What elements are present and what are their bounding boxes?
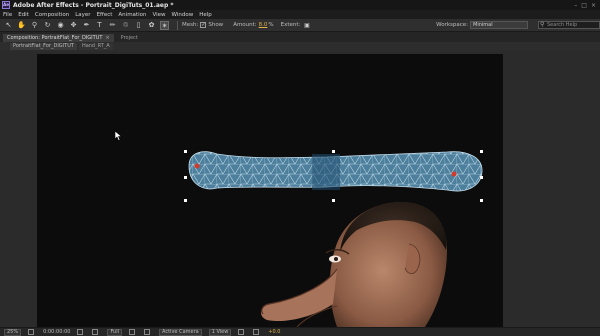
menu-help[interactable]: Help xyxy=(199,12,212,18)
selection-tool-icon[interactable]: ↖ xyxy=(4,21,13,30)
views-value: 1 View xyxy=(208,328,232,336)
window-controls: – □ × xyxy=(574,2,600,9)
checkerboard-icon xyxy=(144,329,151,335)
menu-composition[interactable]: Composition xyxy=(35,12,69,18)
portrait-head xyxy=(261,201,447,327)
zoom-value: 25% xyxy=(4,328,22,336)
extent-icon[interactable]: ▣ xyxy=(302,21,311,30)
toggle-pixel-aspect-button[interactable] xyxy=(238,329,246,335)
puppet-mesh[interactable] xyxy=(188,151,483,192)
mesh-label: Mesh: xyxy=(182,22,199,28)
fast-previews-button[interactable] xyxy=(253,329,261,335)
after-effects-logo: Ae xyxy=(2,1,10,9)
grid-toggle[interactable] xyxy=(28,329,36,335)
tools-panel: ↖ ✋ ⚲ ↻ ◉ ✥ ✒ T ✏ ♲ ▯ ✿ ✶ Mesh: ✓ Show A… xyxy=(0,19,600,32)
composition-canvas[interactable] xyxy=(37,54,503,327)
pixel-aspect-icon xyxy=(238,329,245,335)
mouse-cursor-icon xyxy=(115,131,122,141)
tab-project[interactable]: Project xyxy=(117,34,142,42)
color-channel-icon xyxy=(92,329,99,335)
amount-label: Amount: xyxy=(233,22,257,28)
pan-behind-tool-icon[interactable]: ✥ xyxy=(69,21,78,30)
composition-artwork xyxy=(184,150,483,327)
menu-layer[interactable]: Layer xyxy=(75,12,90,18)
exposure-value: +0.0 xyxy=(268,329,281,335)
menu-window[interactable]: Window xyxy=(172,12,194,18)
maximize-icon[interactable]: □ xyxy=(581,2,587,9)
menu-view[interactable]: View xyxy=(152,12,165,18)
panel-tab-bar: Composition: PortraitFlat_For_DIGITUT × P… xyxy=(0,32,600,42)
window-title: Adobe After Effects - Portrait_DigiTuts_… xyxy=(13,1,174,9)
amount-unit: % xyxy=(268,22,274,28)
camera-tool-icon[interactable]: ◉ xyxy=(56,21,65,30)
title-bar: Ae Adobe After Effects - Portrait_DigiTu… xyxy=(0,0,600,10)
menu-file[interactable]: File xyxy=(3,12,12,18)
zoom-control[interactable]: 25% xyxy=(4,328,22,336)
channel-button[interactable] xyxy=(92,329,100,335)
roto-brush-tool-icon[interactable]: ✿ xyxy=(147,21,156,30)
resolution-select[interactable]: Full xyxy=(107,328,123,336)
pen-tool-icon[interactable]: ✒ xyxy=(82,21,91,30)
menu-effect[interactable]: Effect xyxy=(97,12,113,18)
camera-select[interactable]: Active Camera xyxy=(159,328,202,336)
search-icon: ⚲ xyxy=(540,21,545,28)
amount-value[interactable]: 8.0 xyxy=(259,22,268,28)
minimize-icon[interactable]: – xyxy=(574,2,577,9)
exposure-control[interactable]: +0.0 xyxy=(268,329,280,335)
eraser-tool-icon[interactable]: ▯ xyxy=(134,21,143,30)
camera-value: Active Camera xyxy=(159,328,202,336)
tab-composition-label: Composition: PortraitFlat_For_DIGITUT xyxy=(7,35,103,41)
menu-animation[interactable]: Animation xyxy=(118,12,146,18)
menu-bar: File Edit Composition Layer Effect Anima… xyxy=(0,10,600,19)
transparency-grid-button[interactable] xyxy=(144,329,152,335)
fast-preview-icon xyxy=(253,329,260,335)
close-icon[interactable]: × xyxy=(105,35,109,41)
puppet-pin-tool-icon[interactable]: ✶ xyxy=(160,20,169,30)
type-tool-icon[interactable]: T xyxy=(95,21,104,30)
close-icon[interactable]: × xyxy=(591,2,596,9)
menu-edit[interactable]: Edit xyxy=(18,12,29,18)
search-placeholder: Search Help xyxy=(547,22,578,28)
tab-composition[interactable]: Composition: PortraitFlat_For_DIGITUT × xyxy=(3,34,114,42)
timecode: 0:00:00:00 xyxy=(43,329,71,335)
resolution-value: Full xyxy=(107,328,123,336)
rotate-tool-icon[interactable]: ↻ xyxy=(43,21,52,30)
puppet-pin[interactable] xyxy=(451,171,457,177)
extent-label: Extent: xyxy=(280,22,301,28)
puppet-pin[interactable] xyxy=(194,163,200,169)
show-mesh-checkbox[interactable]: ✓ xyxy=(200,22,207,28)
timecode-display[interactable]: 0:00:00:00 xyxy=(43,329,70,335)
region-of-interest-button[interactable] xyxy=(129,329,137,335)
subtab-hand-rt-a[interactable]: Hand_RT_A xyxy=(78,43,113,50)
clone-stamp-tool-icon[interactable]: ♲ xyxy=(121,21,130,30)
toolbar-divider xyxy=(177,20,178,30)
show-label: Show xyxy=(208,22,224,28)
region-icon xyxy=(129,329,136,335)
workspace-label: Workspace: xyxy=(436,22,468,28)
snapshot-button[interactable] xyxy=(77,329,85,335)
zoom-tool-icon[interactable]: ⚲ xyxy=(30,21,39,30)
hand-tool-icon[interactable]: ✋ xyxy=(17,21,26,30)
composition-breadcrumb: PortraitFlat_For_DIGITUT Hand_RT_A xyxy=(0,42,600,51)
brush-tool-icon[interactable]: ✏ xyxy=(108,21,117,30)
grid-icon xyxy=(28,329,35,335)
view-layout-select[interactable]: 1 View xyxy=(208,328,232,336)
workspace-select[interactable]: Minimal xyxy=(470,21,528,29)
search-help-input[interactable]: ⚲ Search Help xyxy=(538,21,600,29)
viewer-controls-bar: 25% 0:00:00:00 Full Active Camera 1 View… xyxy=(0,327,600,336)
camera-snapshot-icon xyxy=(77,329,84,335)
subtab-portraitflat[interactable]: PortraitFlat_For_DIGITUT xyxy=(10,43,77,50)
